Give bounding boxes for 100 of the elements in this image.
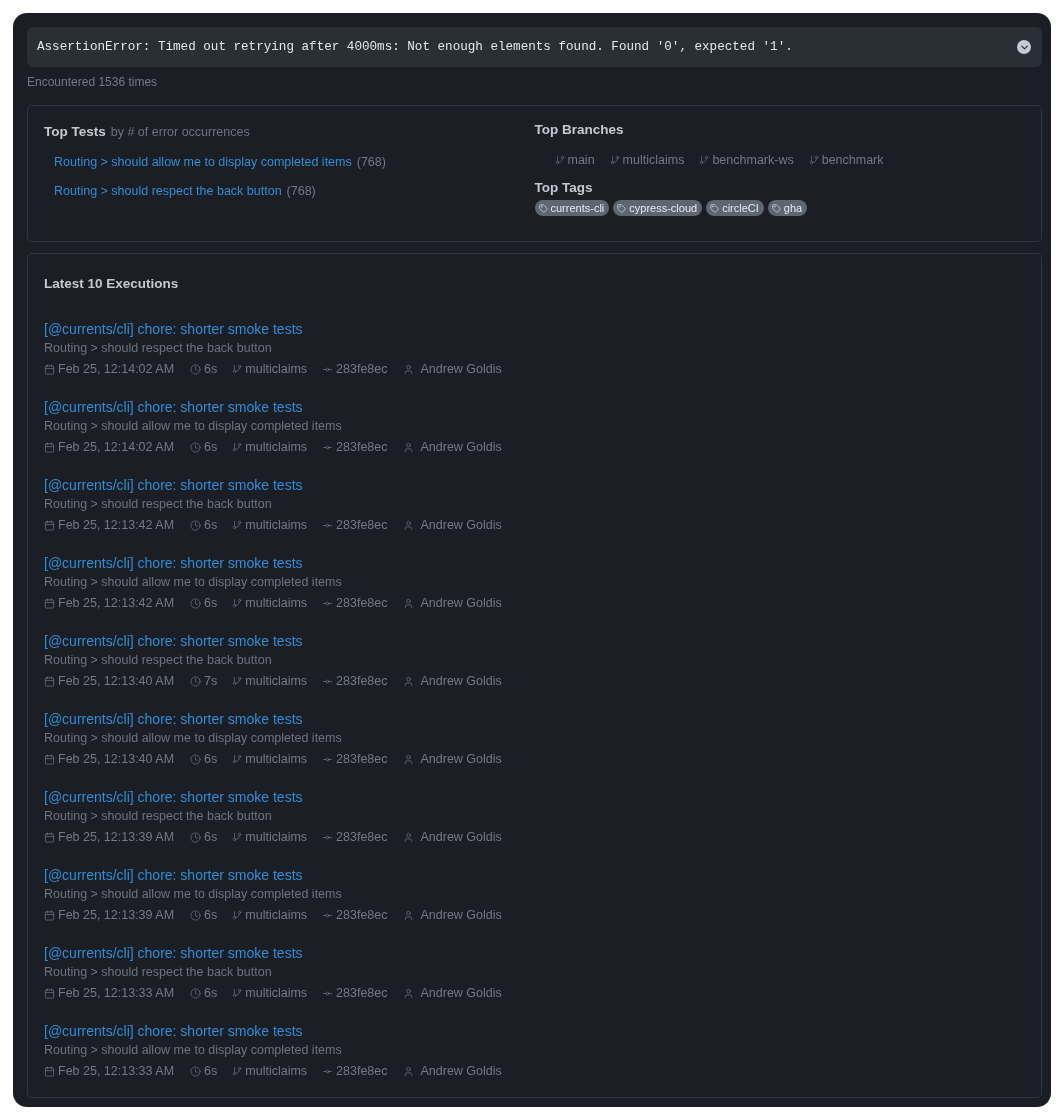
branch-name: main bbox=[567, 153, 595, 167]
branch-icon bbox=[232, 754, 243, 764]
branch-icon bbox=[232, 598, 243, 608]
test-link[interactable]: Routing > should respect the back button bbox=[54, 184, 282, 198]
execution-link[interactable]: [@currents/cli] chore: shorter smoke tests bbox=[44, 1022, 303, 1040]
test-link[interactable]: Routing > should allow me to display completed items bbox=[54, 155, 352, 169]
calendar-icon bbox=[44, 441, 55, 453]
execution-date: Feb 25, 12:14:02 AM bbox=[58, 440, 175, 454]
calendar-icon bbox=[44, 363, 55, 375]
author-name: Andrew Goldis bbox=[420, 1064, 502, 1078]
execution-duration: 6s bbox=[204, 518, 218, 532]
occurrence-count: Encountered 1536 times bbox=[27, 75, 158, 89]
execution-duration: 6s bbox=[204, 908, 218, 922]
branch-name: multiclaims bbox=[245, 596, 308, 610]
branch-name: multiclaims bbox=[245, 986, 308, 1000]
section-heading: Latest 10 Executions bbox=[44, 276, 179, 291]
branch-icon bbox=[232, 442, 243, 452]
tag-icon bbox=[771, 203, 781, 213]
execution-link[interactable]: [@currents/cli] chore: shorter smoke tests bbox=[44, 710, 303, 728]
branch-icon bbox=[232, 520, 243, 530]
branch-name: multiclaims bbox=[245, 518, 308, 532]
author-name: Andrew Goldis bbox=[420, 986, 502, 1000]
execution-link[interactable]: [@currents/cli] chore: shorter smoke tests bbox=[44, 632, 303, 650]
commit-hash: 283fe8ec bbox=[336, 518, 388, 532]
commit-hash: 283fe8ec bbox=[336, 1064, 388, 1078]
commit-hash: 283fe8ec bbox=[336, 596, 388, 610]
branch-icon bbox=[232, 1066, 243, 1076]
error-message: AssertionError: Timed out retrying after 4000ms: Not enough elements found. Found '0', expected '1'. bbox=[37, 40, 793, 54]
user-icon bbox=[402, 831, 414, 843]
branch-name: multiclaims bbox=[245, 362, 308, 376]
branch-icon bbox=[232, 910, 243, 920]
test-name: Routing > should allow me to display completed items bbox=[44, 730, 342, 747]
execution-link[interactable]: [@currents/cli] chore: shorter smoke tests bbox=[44, 866, 303, 884]
branch-name: multiclaims bbox=[245, 830, 308, 844]
execution-link[interactable]: [@currents/cli] chore: shorter smoke tests bbox=[44, 398, 303, 416]
author-name: Andrew Goldis bbox=[420, 518, 502, 532]
expand-button[interactable] bbox=[1017, 40, 1031, 54]
user-icon bbox=[402, 441, 414, 453]
branch-icon bbox=[554, 155, 565, 165]
execution-date: Feb 25, 12:13:42 AM bbox=[58, 596, 175, 610]
execution-date: Feb 25, 12:13:39 AM bbox=[58, 908, 175, 922]
section-heading: Top Tests bbox=[44, 124, 106, 139]
section-heading: Top Tags bbox=[534, 180, 593, 195]
branch-icon bbox=[232, 832, 243, 842]
execution-date: Feb 25, 12:13:33 AM bbox=[58, 986, 175, 1000]
branch-icon bbox=[808, 155, 819, 165]
author-name: Andrew Goldis bbox=[420, 908, 502, 922]
author-name: Andrew Goldis bbox=[420, 596, 502, 610]
commit-hash: 283fe8ec bbox=[336, 908, 388, 922]
execution-link[interactable]: [@currents/cli] chore: shorter smoke tests bbox=[44, 788, 303, 806]
user-icon bbox=[402, 987, 414, 999]
branch-icon bbox=[232, 988, 243, 998]
branch-name: benchmark-ws bbox=[712, 153, 794, 167]
test-name: Routing > should allow me to display completed items bbox=[44, 886, 342, 903]
execution-link[interactable]: [@currents/cli] chore: shorter smoke tests bbox=[44, 476, 303, 494]
branch-icon bbox=[699, 155, 710, 165]
branch-icon bbox=[232, 676, 243, 686]
calendar-icon bbox=[44, 753, 55, 765]
test-name: Routing > should allow me to display completed items bbox=[44, 1042, 342, 1059]
calendar-icon bbox=[44, 1065, 55, 1077]
user-icon bbox=[402, 909, 414, 921]
execution-duration: 6s bbox=[204, 440, 218, 454]
clock-icon bbox=[190, 363, 202, 375]
calendar-icon bbox=[44, 831, 55, 843]
commit-hash: 283fe8ec bbox=[336, 440, 388, 454]
execution-link[interactable]: [@currents/cli] chore: shorter smoke tests bbox=[44, 320, 303, 338]
user-icon bbox=[402, 1065, 414, 1077]
execution-date: Feb 25, 12:13:33 AM bbox=[58, 1064, 175, 1078]
branch-name: multiclaims bbox=[245, 752, 308, 766]
user-icon bbox=[402, 597, 414, 609]
author-name: Andrew Goldis bbox=[420, 674, 502, 688]
execution-link[interactable]: [@currents/cli] chore: shorter smoke tests bbox=[44, 554, 303, 572]
clock-icon bbox=[190, 675, 202, 687]
execution-duration: 6s bbox=[204, 830, 218, 844]
execution-duration: 6s bbox=[204, 752, 218, 766]
clock-icon bbox=[190, 1065, 202, 1077]
execution-link[interactable]: [@currents/cli] chore: shorter smoke tests bbox=[44, 944, 303, 962]
execution-date: Feb 25, 12:13:39 AM bbox=[58, 830, 175, 844]
clock-icon bbox=[190, 441, 202, 453]
branch-name: multiclaims bbox=[245, 1064, 308, 1078]
commit-hash: 283fe8ec bbox=[336, 986, 388, 1000]
test-name: Routing > should respect the back button bbox=[44, 496, 272, 513]
branch-icon bbox=[609, 155, 620, 165]
commit-hash: 283fe8ec bbox=[336, 674, 388, 688]
execution-duration: 6s bbox=[204, 1064, 218, 1078]
test-name: Routing > should respect the back button bbox=[44, 652, 272, 669]
tag-icon bbox=[710, 203, 720, 213]
author-name: Andrew Goldis bbox=[420, 752, 502, 766]
calendar-icon bbox=[44, 909, 55, 921]
execution-duration: 6s bbox=[204, 596, 218, 610]
branch-icon bbox=[232, 364, 243, 374]
author-name: Andrew Goldis bbox=[420, 440, 502, 454]
commit-hash: 283fe8ec bbox=[336, 752, 388, 766]
calendar-icon bbox=[44, 597, 55, 609]
commit-hash: 283fe8ec bbox=[336, 362, 388, 376]
test-name: Routing > should allow me to display completed items bbox=[44, 418, 342, 435]
branch-name: multiclaims bbox=[245, 908, 308, 922]
tag-label: circleCI bbox=[722, 202, 759, 214]
tag-label: currents-cli bbox=[550, 202, 605, 214]
test-name: Routing > should respect the back button bbox=[44, 964, 272, 981]
